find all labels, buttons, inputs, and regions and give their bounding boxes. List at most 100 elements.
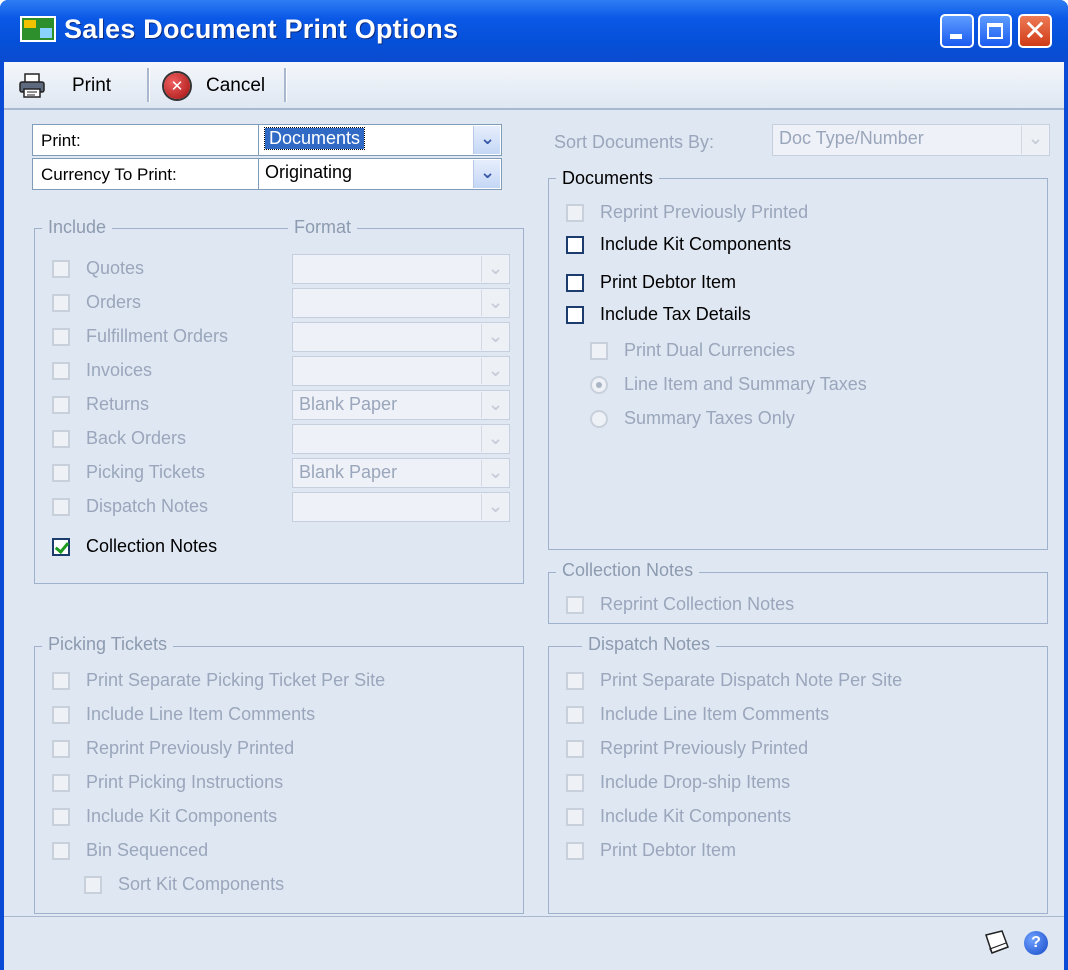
cancel-button[interactable]: ✕ Cancel xyxy=(164,70,265,102)
currency-dropdown-arrow[interactable]: ⌄ xyxy=(473,160,500,188)
checkbox-box xyxy=(52,773,70,792)
chevron-down-icon: ⌄ xyxy=(488,326,504,346)
disp-line-comments-checkbox[interactable]: Include Line Item Comments xyxy=(566,704,829,725)
picking-format-arrow[interactable]: ⌄ xyxy=(481,460,508,486)
checkbox-box xyxy=(566,203,584,222)
toolbar-separator xyxy=(284,68,287,102)
include-picking-tickets-checkbox[interactable]: Picking Tickets xyxy=(52,462,205,483)
invoices-format-dropdown[interactable]: ⌄ xyxy=(292,356,510,386)
orders-format-dropdown[interactable]: ⌄ xyxy=(292,288,510,318)
minimize-icon xyxy=(950,34,962,39)
include-quotes-checkbox[interactable]: Quotes xyxy=(52,258,144,279)
dispatch-notes-format-dropdown[interactable]: ⌄ xyxy=(292,492,510,522)
sort-docs-value: Doc Type/Number xyxy=(779,128,924,148)
orders-format-arrow[interactable]: ⌄ xyxy=(481,290,508,316)
print-button[interactable]: Print xyxy=(18,70,111,102)
cancel-icon: ✕ xyxy=(164,73,190,99)
disp-separate-per-site-label: Print Separate Dispatch Note Per Site xyxy=(600,670,903,690)
checkbox-box xyxy=(566,595,584,614)
quotes-format-dropdown[interactable]: ⌄ xyxy=(292,254,510,284)
back-orders-format-dropdown[interactable]: ⌄ xyxy=(292,424,510,454)
include-orders-checkbox[interactable]: Orders xyxy=(52,292,141,313)
checkbox-box-checked xyxy=(52,537,70,556)
include-back-orders-checkbox[interactable]: Back Orders xyxy=(52,428,186,449)
include-fulfillment-orders-checkbox[interactable]: Fulfillment Orders xyxy=(52,326,228,347)
print-dropdown[interactable]: Documents ⌄ xyxy=(258,124,502,156)
checkbox-box xyxy=(52,293,70,312)
currency-dropdown-value: Originating xyxy=(265,162,353,182)
returns-format-value: Blank Paper xyxy=(299,394,398,414)
checkbox-box xyxy=(566,705,584,724)
window-title: Sales Document Print Options xyxy=(64,14,459,44)
returns-format-arrow[interactable]: ⌄ xyxy=(481,392,508,418)
checkbox-box xyxy=(52,671,70,690)
checkbox-box xyxy=(566,305,584,324)
quotes-format-arrow[interactable]: ⌄ xyxy=(481,256,508,282)
print-label-text: Print: xyxy=(41,131,81,150)
status-bar: ? xyxy=(4,916,1064,970)
toolbar: Print ✕ Cancel xyxy=(4,62,1064,110)
currency-label-text: Currency To Print: xyxy=(41,165,177,184)
pick-sort-kit-checkbox[interactable]: Sort Kit Components xyxy=(84,874,284,895)
disp-print-debtor-checkbox[interactable]: Print Debtor Item xyxy=(566,840,736,861)
include-invoices-checkbox[interactable]: Invoices xyxy=(52,360,152,381)
print-dropdown-arrow[interactable]: ⌄ xyxy=(473,126,500,154)
include-group-title: Include xyxy=(42,217,113,238)
pick-instructions-checkbox[interactable]: Print Picking Instructions xyxy=(52,772,283,793)
checkbox-box xyxy=(566,739,584,758)
pick-line-comments-checkbox[interactable]: Include Line Item Comments xyxy=(52,704,315,725)
docs-dual-currencies-checkbox[interactable]: Print Dual Currencies xyxy=(590,340,795,361)
back-orders-format-arrow[interactable]: ⌄ xyxy=(481,426,508,452)
checkbox-box xyxy=(52,361,70,380)
include-collection-notes-checkbox[interactable]: Collection Notes xyxy=(52,536,217,557)
minimize-button[interactable] xyxy=(940,14,974,48)
close-button[interactable]: ✕ xyxy=(1018,14,1052,48)
checkbox-box xyxy=(590,341,608,360)
checkbox-box xyxy=(52,327,70,346)
radio-summary-only[interactable]: Summary Taxes Only xyxy=(590,408,795,429)
chevron-down-icon: ⌄ xyxy=(488,428,504,448)
picking-tickets-format-dropdown[interactable]: Blank Paper ⌄ xyxy=(292,458,510,488)
fulfillment-orders-format-dropdown[interactable]: ⌄ xyxy=(292,322,510,352)
fulfillment-format-arrow[interactable]: ⌄ xyxy=(481,324,508,350)
checkbox-box xyxy=(52,739,70,758)
invoices-format-arrow[interactable]: ⌄ xyxy=(481,358,508,384)
docs-include-kit-checkbox[interactable]: Include Kit Components xyxy=(566,234,791,255)
pick-reprint-checkbox[interactable]: Reprint Previously Printed xyxy=(52,738,294,759)
checkbox-box xyxy=(52,395,70,414)
pick-separate-per-site-checkbox[interactable]: Print Separate Picking Ticket Per Site xyxy=(52,670,385,691)
sort-docs-arrow[interactable]: ⌄ xyxy=(1021,126,1048,154)
reprint-collection-notes-checkbox[interactable]: Reprint Collection Notes xyxy=(566,594,794,615)
disp-separate-per-site-checkbox[interactable]: Print Separate Dispatch Note Per Site xyxy=(566,670,902,691)
disp-drop-ship-label: Include Drop-ship Items xyxy=(600,772,791,792)
help-icon[interactable]: ? xyxy=(1024,931,1048,955)
docs-reprint-checkbox[interactable]: Reprint Previously Printed xyxy=(566,202,808,223)
pick-bin-sequenced-checkbox[interactable]: Bin Sequenced xyxy=(52,840,208,861)
checkbox-box xyxy=(52,705,70,724)
maximize-button[interactable] xyxy=(978,14,1012,48)
include-dispatch-notes-checkbox[interactable]: Dispatch Notes xyxy=(52,496,208,517)
docs-include-tax-checkbox[interactable]: Include Tax Details xyxy=(566,304,751,325)
include-returns-checkbox[interactable]: Returns xyxy=(52,394,149,415)
title-bar[interactable]: Sales Document Print Options ✕ xyxy=(0,0,1068,62)
disp-drop-ship-checkbox[interactable]: Include Drop-ship Items xyxy=(566,772,790,793)
checkbox-box xyxy=(84,875,102,894)
dispatch-format-arrow[interactable]: ⌄ xyxy=(481,494,508,520)
include-picking-tickets-label: Picking Tickets xyxy=(86,462,206,482)
docs-print-debtor-checkbox[interactable]: Print Debtor Item xyxy=(566,272,736,293)
returns-format-dropdown[interactable]: Blank Paper ⌄ xyxy=(292,390,510,420)
docs-include-tax-label: Include Tax Details xyxy=(600,304,751,324)
chevron-down-icon: ⌄ xyxy=(488,292,504,312)
sort-docs-dropdown[interactable]: Doc Type/Number ⌄ xyxy=(772,124,1050,156)
documents-group-title: Documents xyxy=(556,168,660,189)
pick-kit-components-checkbox[interactable]: Include Kit Components xyxy=(52,806,277,827)
note-icon[interactable] xyxy=(982,929,1012,955)
disp-kit-components-checkbox[interactable]: Include Kit Components xyxy=(566,806,791,827)
chevron-down-icon: ⌄ xyxy=(488,462,504,482)
disp-reprint-checkbox[interactable]: Reprint Previously Printed xyxy=(566,738,808,759)
checkbox-box xyxy=(52,807,70,826)
radio-line-item-summary[interactable]: Line Item and Summary Taxes xyxy=(590,374,867,395)
pick-instructions-label: Print Picking Instructions xyxy=(86,772,284,792)
currency-dropdown[interactable]: Originating ⌄ xyxy=(258,158,502,190)
checkbox-box xyxy=(566,841,584,860)
